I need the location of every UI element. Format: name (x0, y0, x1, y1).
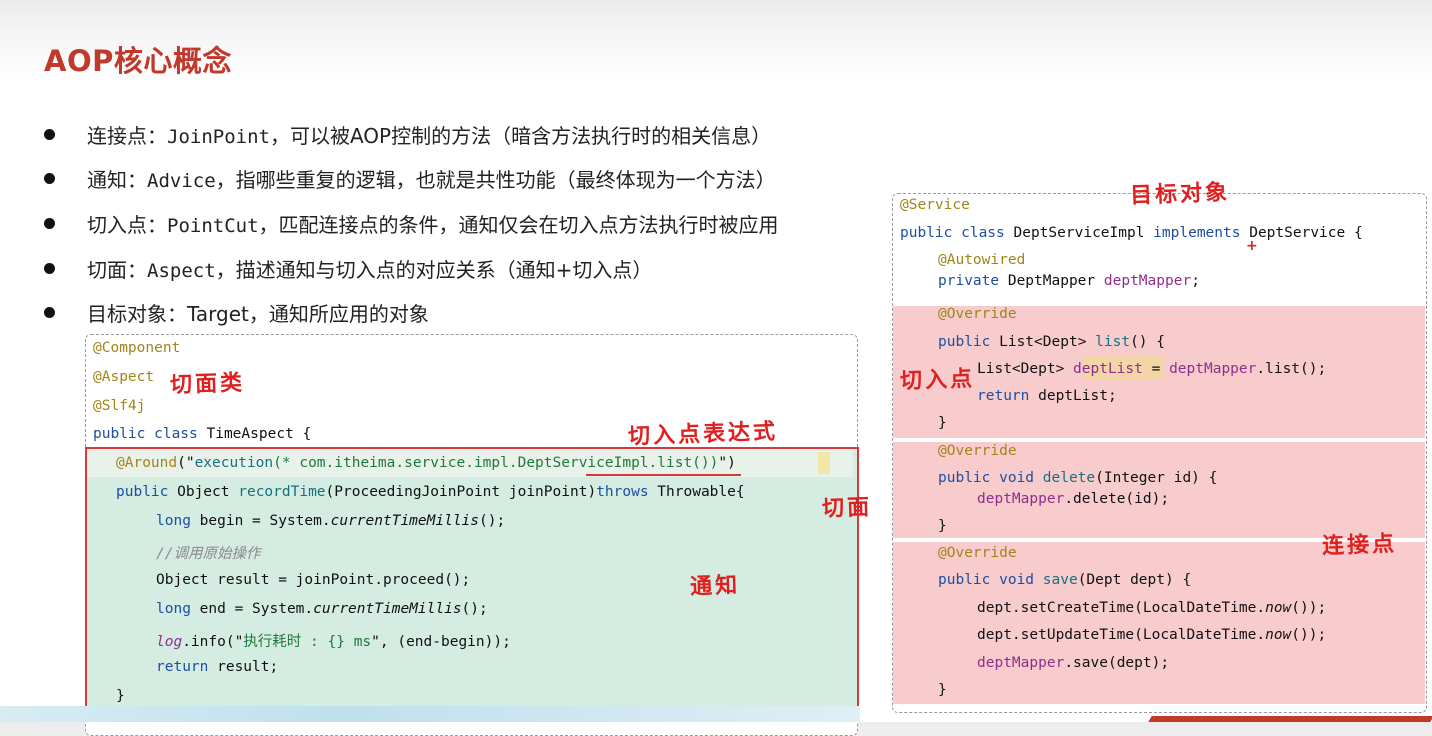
code-line: log.info("执行耗时 : {} ms", (end-begin)); (156, 634, 511, 650)
code-line: public void delete(Integer id) { (938, 470, 1218, 486)
bullet-prefix: 切面： (87, 257, 147, 282)
bullet-code: JoinPoint (167, 125, 270, 148)
code-line: public Object recordTime(ProceedingJoinP… (116, 484, 745, 500)
code-line: deptMapper.delete(id); (977, 491, 1170, 507)
bullet-code: PointCut (167, 214, 259, 237)
code-line: @Override (938, 545, 1017, 561)
list-item: 通知：Advice，指哪些重复的逻辑，也就是共性功能（最终体现为一个方法） (44, 157, 779, 202)
bullet-icon (44, 173, 55, 185)
list-item: 目标对象：Target，通知所应用的对象 (44, 290, 779, 335)
slide-title: AOP核心概念 (44, 44, 232, 78)
code-line: List<Dept> deptList = deptMapper.list(); (977, 361, 1327, 377)
code-line: public void save(Dept dept) { (938, 572, 1192, 588)
bracket-highlight (818, 452, 830, 474)
code-line: @Service (900, 197, 970, 213)
code-line: return deptList; (977, 388, 1117, 404)
label-pointcut-expression: 切入点表达式 (627, 419, 779, 450)
bullet-prefix: 切入点： (87, 212, 167, 237)
code-line: @Slf4j (93, 398, 146, 414)
bottom-accent (1148, 716, 1432, 722)
bullet-code: Aspect (147, 259, 216, 282)
code-line: private DeptMapper deptMapper; (938, 273, 1200, 289)
code-line: @Override (938, 443, 1017, 459)
code-line: return result; (156, 659, 279, 675)
label-pointcut: 切入点 (899, 366, 976, 395)
bullet-prefix: 通知： (87, 168, 147, 193)
joinpoint-block-save (893, 542, 1425, 704)
list-item: 切面：Aspect，描述通知与切入点的对应关系（通知+切入点） (44, 246, 779, 291)
label-advice: 通知 (689, 573, 741, 600)
concept-list: 连接点：JoinPoint，可以被AOP控制的方法（暗含方法执行时的相关信息） … (44, 112, 779, 335)
bullet-icon (44, 307, 55, 319)
label-aspect: 切面 (821, 495, 873, 522)
code-line: } (116, 688, 125, 704)
list-item: 连接点：JoinPoint，可以被AOP控制的方法（暗含方法执行时的相关信息） (44, 112, 779, 157)
code-line: dept.setCreateTime(LocalDateTime.now()); (977, 600, 1327, 616)
code-line: long end = System.currentTimeMillis(); (156, 601, 488, 617)
label-target: 目标对象 (1129, 180, 1231, 209)
plus-mark: + (1246, 238, 1258, 254)
code-line: @Around("execution(* com.itheima.service… (116, 455, 736, 471)
code-line: public List<Dept> list() { (938, 334, 1165, 350)
bullet-suffix: ，可以被AOP控制的方法（暗含方法执行时的相关信息） (269, 123, 772, 148)
code-line: long begin = System.currentTimeMillis(); (156, 513, 506, 529)
code-line: @Autowired (938, 252, 1026, 268)
bullet-suffix: ，描述通知与切入点的对应关系（通知+切入点） (215, 257, 653, 282)
code-line: @Override (938, 306, 1017, 322)
bullet-prefix: 目标对象： (87, 302, 187, 327)
bullet-code: Advice (147, 170, 216, 193)
bullet-suffix: ，匹配连接点的条件，通知仅会在切入点方法执行时被应用 (258, 212, 779, 237)
bullet-suffix: ，指哪些重复的逻辑，也就是共性功能（最终体现为一个方法） (215, 168, 776, 193)
code-line: public class TimeAspect { (93, 426, 312, 442)
bullet-icon (44, 128, 55, 140)
list-item: 切入点：PointCut，匹配连接点的条件，通知仅会在切入点方法执行时被应用 (44, 201, 779, 246)
code-line: } (938, 415, 947, 431)
bullet-prefix: 连接点： (87, 123, 167, 148)
code-line: deptMapper.save(dept); (977, 655, 1170, 671)
pointcut-underline (586, 474, 741, 476)
code-line: } (938, 682, 947, 698)
bullet-icon (44, 217, 55, 229)
label-aspect-class: 切面类 (169, 370, 246, 399)
code-line: //调用原始操作 (156, 546, 261, 562)
code-line: dept.setUpdateTime(LocalDateTime.now()); (977, 627, 1327, 643)
code-line: @Component (93, 340, 181, 356)
code-line: Object result = joinPoint.proceed(); (156, 572, 471, 588)
bullet-suffix: Target，通知所应用的对象 (187, 302, 429, 327)
code-line: } (938, 518, 947, 534)
bottom-decoration (0, 706, 860, 722)
code-line: @Aspect (93, 369, 155, 385)
code-line: public class DeptServiceImpl implements … (900, 225, 1363, 241)
label-joinpoint: 连接点 (1321, 531, 1398, 560)
bullet-icon (44, 262, 55, 274)
